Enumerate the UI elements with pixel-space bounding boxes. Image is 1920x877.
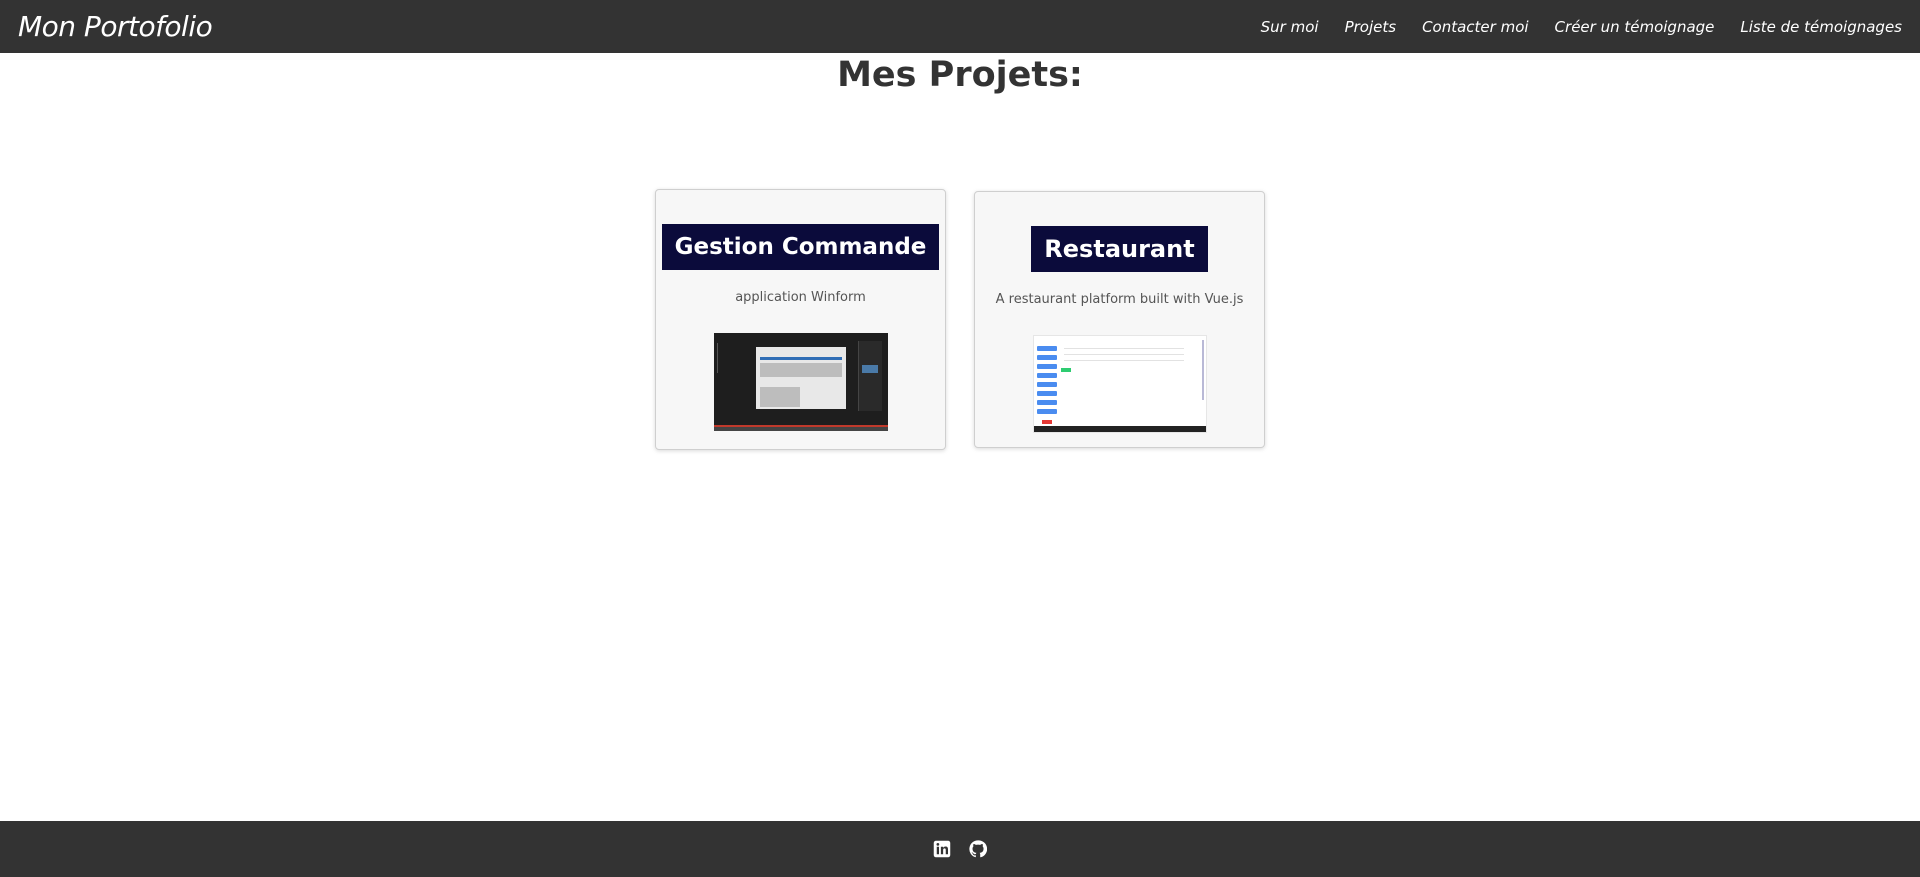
- nav-link-contacter-moi[interactable]: Contacter moi: [1422, 18, 1528, 36]
- page-title: Mes Projets:: [837, 55, 1083, 95]
- nav-link-projets[interactable]: Projets: [1345, 18, 1396, 36]
- nav-link-sur-moi[interactable]: Sur moi: [1261, 18, 1319, 36]
- footer: [0, 821, 1920, 877]
- project-card-gestion-commande[interactable]: Gestion Commande application Winform: [655, 189, 946, 450]
- project-title: Restaurant: [1031, 226, 1208, 272]
- navbar: Mon Portofolio Sur moi Projets Contacter…: [0, 0, 1920, 53]
- github-icon[interactable]: [969, 840, 987, 858]
- brand-link[interactable]: Mon Portofolio: [18, 10, 213, 43]
- project-card-restaurant[interactable]: Restaurant A restaurant platform built w…: [974, 191, 1265, 448]
- nav-links: Sur moi Projets Contacter moi Créer un t…: [1235, 18, 1902, 36]
- nav-link-creer-temoignage[interactable]: Créer un témoignage: [1555, 18, 1715, 36]
- nav-link-liste-temoignages[interactable]: Liste de témoignages: [1740, 18, 1902, 36]
- project-description: A restaurant platform built with Vue.js: [995, 292, 1244, 307]
- project-thumbnail[interactable]: [713, 333, 888, 431]
- project-thumbnail[interactable]: [1032, 335, 1207, 433]
- project-title: Gestion Commande: [661, 224, 940, 270]
- linkedin-icon[interactable]: [933, 840, 951, 858]
- project-description: application Winform: [735, 290, 866, 305]
